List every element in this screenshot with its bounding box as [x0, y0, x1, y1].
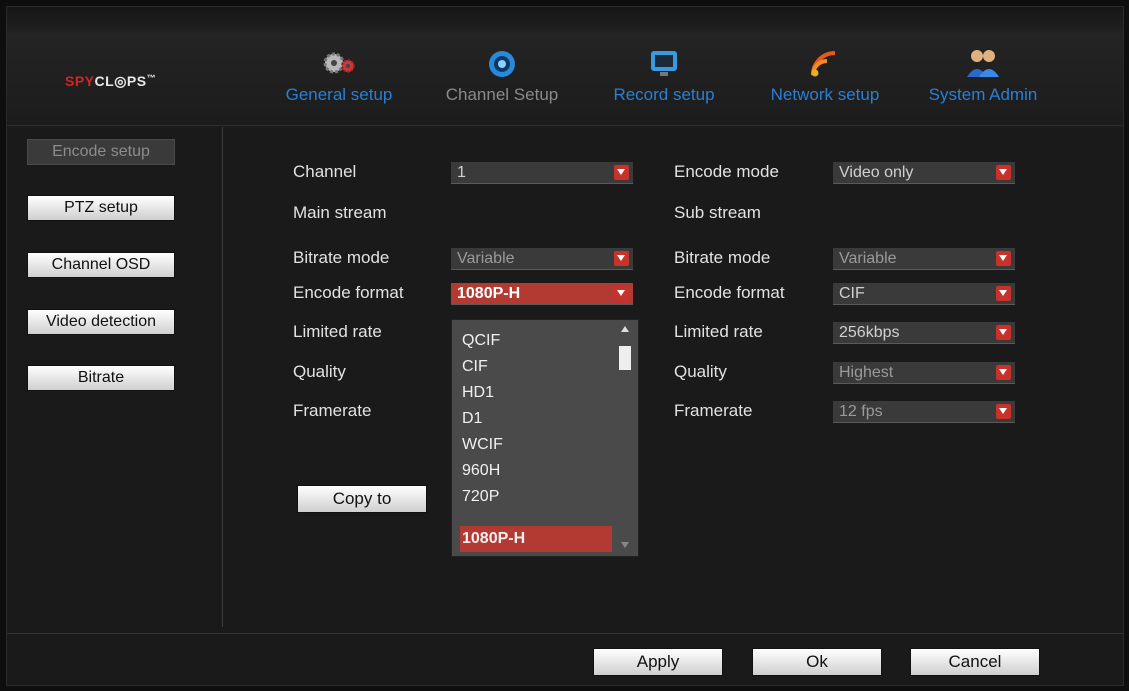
logo-tm: ™: [146, 73, 157, 83]
sidebar-bitrate[interactable]: Bitrate: [27, 365, 175, 391]
sub-quality-value: Highest: [839, 364, 894, 381]
camera-icon: [489, 51, 515, 77]
apply-button[interactable]: Apply: [593, 648, 723, 676]
main-bitrate-mode-value: Variable: [457, 250, 515, 267]
chevron-down-icon: [996, 251, 1011, 266]
chevron-down-icon: [614, 165, 629, 180]
main-encode-format-value: 1080P-H: [457, 285, 521, 302]
logo-text-ps: PS: [126, 73, 147, 89]
chevron-down-icon: [996, 365, 1011, 380]
logo-text-spy: SPY: [65, 73, 95, 89]
main-encode-format-label: Encode format: [293, 283, 404, 302]
sidebar-channel-osd[interactable]: Channel OSD: [27, 252, 175, 278]
sub-limited-rate-label: Limited rate: [674, 322, 763, 341]
channel-value: 1: [457, 164, 466, 181]
sidebar-encode-setup[interactable]: Encode setup: [27, 139, 175, 165]
main-limited-rate-label: Limited rate: [293, 322, 382, 341]
nav-channel-setup[interactable]: Channel Setup: [432, 47, 572, 105]
top-stripe: [7, 7, 1123, 33]
sidebar-video-detection[interactable]: Video detection: [27, 309, 175, 335]
encode-mode-select[interactable]: Video only: [833, 162, 1015, 184]
channel-select[interactable]: 1: [451, 162, 633, 184]
sub-quality-label: Quality: [674, 362, 727, 381]
main-bitrate-mode-select[interactable]: Variable: [451, 248, 633, 270]
logo-eye-icon: ◎: [114, 73, 127, 89]
scroll-thumb[interactable]: [619, 346, 631, 370]
sub-framerate-label: Framerate: [674, 401, 753, 420]
dropdown-option[interactable]: WCIF: [460, 432, 612, 458]
dropdown-option[interactable]: 720P: [460, 484, 612, 510]
brand-logo: SPYCL◎PS™: [65, 73, 156, 90]
wifi-icon: [811, 51, 836, 77]
sub-framerate-select[interactable]: 12 fps: [833, 401, 1015, 423]
chevron-down-icon: [614, 286, 629, 301]
monitor-icon: [651, 51, 677, 76]
dropdown-option[interactable]: QCIF: [460, 328, 612, 354]
sidebar-divider: [222, 127, 223, 627]
top-navigation-bar: SPYCL◎PS™ General setup Channel Setup Re…: [7, 7, 1123, 126]
main-framerate-label: Framerate: [293, 401, 372, 420]
logo-text-cl: CL: [94, 73, 115, 89]
dvr-settings-window: SPYCL◎PS™ General setup Channel Setup Re…: [6, 6, 1124, 686]
sub-encode-format-select[interactable]: CIF: [833, 283, 1015, 305]
sub-encode-format-value: CIF: [839, 285, 865, 302]
encode-mode-value: Video only: [839, 164, 914, 181]
nav-label: Network setup: [770, 85, 880, 104]
scroll-up-icon[interactable]: [621, 326, 629, 332]
sub-bitrate-mode-select[interactable]: Variable: [833, 248, 1015, 270]
main-quality-label: Quality: [293, 362, 346, 381]
nav-label: General setup: [285, 85, 393, 104]
sub-bitrate-mode-label: Bitrate mode: [674, 248, 771, 267]
main-bitrate-mode-label: Bitrate mode: [293, 248, 390, 267]
dropdown-scrollbar[interactable]: [618, 326, 632, 548]
ok-button[interactable]: Ok: [752, 648, 882, 676]
nav-record-setup[interactable]: Record setup: [594, 47, 734, 105]
chevron-down-icon: [996, 286, 1011, 301]
dropdown-option[interactable]: D1: [460, 406, 612, 432]
gears-icon: [323, 52, 355, 74]
sub-limited-rate-value: 256kbps: [839, 324, 900, 341]
main-stream-label: Main stream: [293, 203, 387, 222]
nav-network-setup[interactable]: Network setup: [755, 47, 895, 105]
users-icon: [967, 50, 999, 77]
main-encode-format-select[interactable]: 1080P-H: [451, 283, 633, 305]
sub-limited-rate-select[interactable]: 256kbps: [833, 322, 1015, 344]
chevron-down-icon: [614, 251, 629, 266]
copy-to-button[interactable]: Copy to: [297, 485, 427, 513]
channel-label: Channel: [293, 162, 357, 181]
nav-system-admin[interactable]: System Admin: [913, 47, 1053, 105]
scroll-down-icon[interactable]: [621, 542, 629, 548]
dropdown-option[interactable]: HD1: [460, 380, 612, 406]
nav-label: System Admin: [928, 85, 1038, 104]
nav-label: Record setup: [613, 85, 715, 104]
sub-quality-select[interactable]: Highest: [833, 362, 1015, 384]
sub-framerate-value: 12 fps: [839, 403, 883, 420]
footer-divider: [7, 633, 1123, 634]
sub-bitrate-mode-value: Variable: [839, 250, 897, 267]
dropdown-option-selected[interactable]: 1080P-H: [460, 526, 612, 552]
encode-format-dropdown-list[interactable]: QCIF CIF HD1 D1 WCIF 960H 720P 1080P-H: [451, 319, 639, 557]
chevron-down-icon: [996, 165, 1011, 180]
nav-general-setup[interactable]: General setup: [269, 47, 409, 105]
cancel-button[interactable]: Cancel: [910, 648, 1040, 676]
dropdown-option[interactable]: CIF: [460, 354, 612, 380]
nav-label: Channel Setup: [445, 85, 559, 104]
sidebar-ptz-setup[interactable]: PTZ setup: [27, 195, 175, 221]
chevron-down-icon: [996, 404, 1011, 419]
chevron-down-icon: [996, 325, 1011, 340]
encode-mode-label: Encode mode: [674, 162, 779, 181]
sub-encode-format-label: Encode format: [674, 283, 785, 302]
sub-stream-label: Sub stream: [674, 203, 761, 222]
dropdown-option[interactable]: 960H: [460, 458, 612, 484]
